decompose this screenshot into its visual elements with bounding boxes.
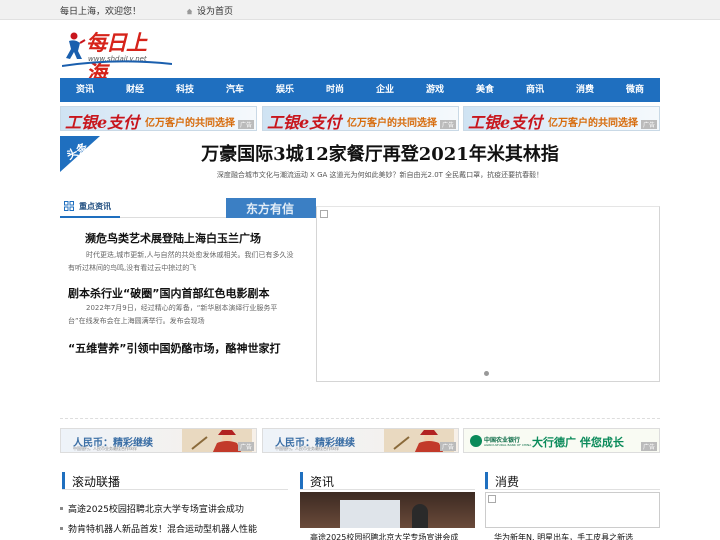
photo-slider[interactable] bbox=[316, 206, 660, 382]
consume-photo[interactable] bbox=[485, 492, 660, 528]
focus-news-title[interactable]: “五维营养”引领中国奶酪市场，酪神世家打 bbox=[68, 340, 280, 356]
banner-ad[interactable]: 工银e支付 亿万客户的共同选择 广告 bbox=[463, 106, 660, 131]
main-nav: 资讯 财经 科技 汽车 娱乐 时尚 企业 游戏 美食 商讯 消费 微商 bbox=[60, 78, 660, 102]
abc-slogan: 大行德广 伴您成长 bbox=[532, 436, 624, 449]
list-item[interactable]: 勃肯特机器人新品首发！混合运动型机器人性能 bbox=[59, 522, 257, 535]
home-icon bbox=[186, 8, 193, 15]
nav-item[interactable]: 资讯 bbox=[60, 78, 110, 102]
broken-image-icon bbox=[488, 495, 496, 503]
focus-news-desc: 时代更迭,城市更新,人与自然的共处愈发休戚相关。我们已有多久没有听过林间的鸟鸣,… bbox=[68, 251, 294, 272]
nav-item[interactable]: 商讯 bbox=[510, 78, 560, 102]
ad-tag: 广告 bbox=[439, 120, 456, 129]
divider bbox=[62, 489, 288, 490]
abc-logo-icon bbox=[470, 435, 482, 447]
grid-icon bbox=[64, 201, 74, 211]
banner-ad[interactable]: 工银e支付 亿万客户的共同选择 广告 bbox=[60, 106, 257, 131]
nav-item[interactable]: 微商 bbox=[610, 78, 660, 102]
nav-item[interactable]: 游戏 bbox=[410, 78, 460, 102]
focus-news-title[interactable]: 濒危鸟类艺术展登陆上海白玉兰广场 bbox=[85, 230, 261, 246]
news-caption[interactable]: 高途2025校园招聘北京大学专场宣讲会成 bbox=[310, 532, 458, 540]
nav-item[interactable]: 消费 bbox=[560, 78, 610, 102]
nav-item[interactable]: 科技 bbox=[160, 78, 210, 102]
ad-small-text: 中国银行。人民币业务最佳合作伙伴 bbox=[275, 446, 339, 451]
focus-news-desc: 2022年7月9日，经过精心的筹备，“新华剧本演绎行业服务平台”在线发布会在上海… bbox=[68, 304, 278, 325]
tab-focus-news[interactable]: 重点资讯 bbox=[60, 196, 120, 218]
divider bbox=[300, 489, 475, 490]
ad-brand: 工银e支付 bbox=[65, 113, 140, 131]
ad-tag: 广告 bbox=[640, 120, 657, 129]
news-photo[interactable] bbox=[300, 492, 475, 528]
ad-tag: 广告 bbox=[640, 442, 657, 451]
focus-news-label: 重点资讯 bbox=[79, 202, 111, 211]
focus-news-title[interactable]: 剧本杀行业“破圈”国内首部红色电影剧本 bbox=[68, 285, 269, 301]
ad-slogan: 亿万客户的共同选择 bbox=[548, 118, 638, 129]
ad-slogan: 亿万客户的共同选择 bbox=[347, 118, 437, 129]
divider bbox=[60, 418, 660, 419]
section-news-header: 资讯 bbox=[300, 472, 475, 490]
photo-header-strip: 东方有信 bbox=[226, 198, 316, 218]
nav-item[interactable]: 企业 bbox=[360, 78, 410, 102]
nav-item[interactable]: 美食 bbox=[460, 78, 510, 102]
stage-screen bbox=[340, 500, 400, 528]
nav-item[interactable]: 时尚 bbox=[310, 78, 360, 102]
ad-brand: 工银e支付 bbox=[468, 113, 543, 131]
nav-item[interactable]: 财经 bbox=[110, 78, 160, 102]
ad-brand: 工银e支付 bbox=[267, 113, 342, 131]
slider-dot[interactable] bbox=[484, 371, 489, 376]
welcome-text: 每日上海，欢迎您！ bbox=[60, 7, 142, 17]
ad-tag: 广告 bbox=[237, 120, 254, 129]
top-bar: 每日上海，欢迎您！ 设为首页 bbox=[0, 0, 720, 20]
logo-swoosh-icon bbox=[62, 60, 172, 67]
section-consume-header: 消费 bbox=[485, 472, 660, 490]
ad-tag: 广告 bbox=[237, 442, 254, 451]
boc-ad[interactable]: 人民币：精彩继续 中国银行。人民币业务最佳合作伙伴 广告 bbox=[262, 428, 459, 453]
set-home-link[interactable]: 设为首页 bbox=[186, 4, 233, 17]
section-rolling-header: 滚动联播 bbox=[62, 472, 288, 490]
speaker-figure bbox=[412, 504, 428, 528]
ad-tag: 广告 bbox=[439, 442, 456, 451]
divider bbox=[485, 489, 660, 490]
logo-figure-icon bbox=[66, 32, 86, 59]
list-item[interactable]: 高途2025校园招聘北京大学专场宣讲会成功 bbox=[60, 502, 244, 515]
section-title: 滚动联播 bbox=[72, 475, 121, 489]
abc-bank-name-en: AGRICULTURAL BANK OF CHINA bbox=[484, 443, 532, 447]
ad-slogan: 亿万客户的共同选择 bbox=[145, 118, 235, 129]
consume-caption[interactable]: 华为新年N. 明星出车，手工皮具之新选 bbox=[494, 532, 633, 540]
nav-item[interactable]: 汽车 bbox=[210, 78, 260, 102]
abc-ad[interactable]: 中国农业银行 AGRICULTURAL BANK OF CHINA 大行德广 伴… bbox=[463, 428, 660, 453]
section-title: 资讯 bbox=[310, 475, 335, 489]
boc-ad[interactable]: 人民币：精彩继续 中国银行。人民币业务最佳合作伙伴 广告 bbox=[60, 428, 257, 453]
nav-item[interactable]: 娱乐 bbox=[260, 78, 310, 102]
banner-ad[interactable]: 工银e支付 亿万客户的共同选择 广告 bbox=[262, 106, 459, 131]
headline-tag: 头条 bbox=[60, 136, 100, 172]
broken-image-icon bbox=[320, 210, 328, 218]
photo-header-text: 东方有信 bbox=[246, 202, 295, 216]
section-title: 消费 bbox=[495, 475, 520, 489]
headline-title[interactable]: 万豪国际3城12家餐厅再登2021年米其林指 bbox=[110, 140, 650, 166]
headline-subtitle[interactable]: 深度融合城市文化与潮流运动 X GA 这道光为何如此美妙？新自由光2.0T 全民… bbox=[110, 170, 650, 180]
ad-small-text: 中国银行。人民币业务最佳合作伙伴 bbox=[73, 446, 137, 451]
